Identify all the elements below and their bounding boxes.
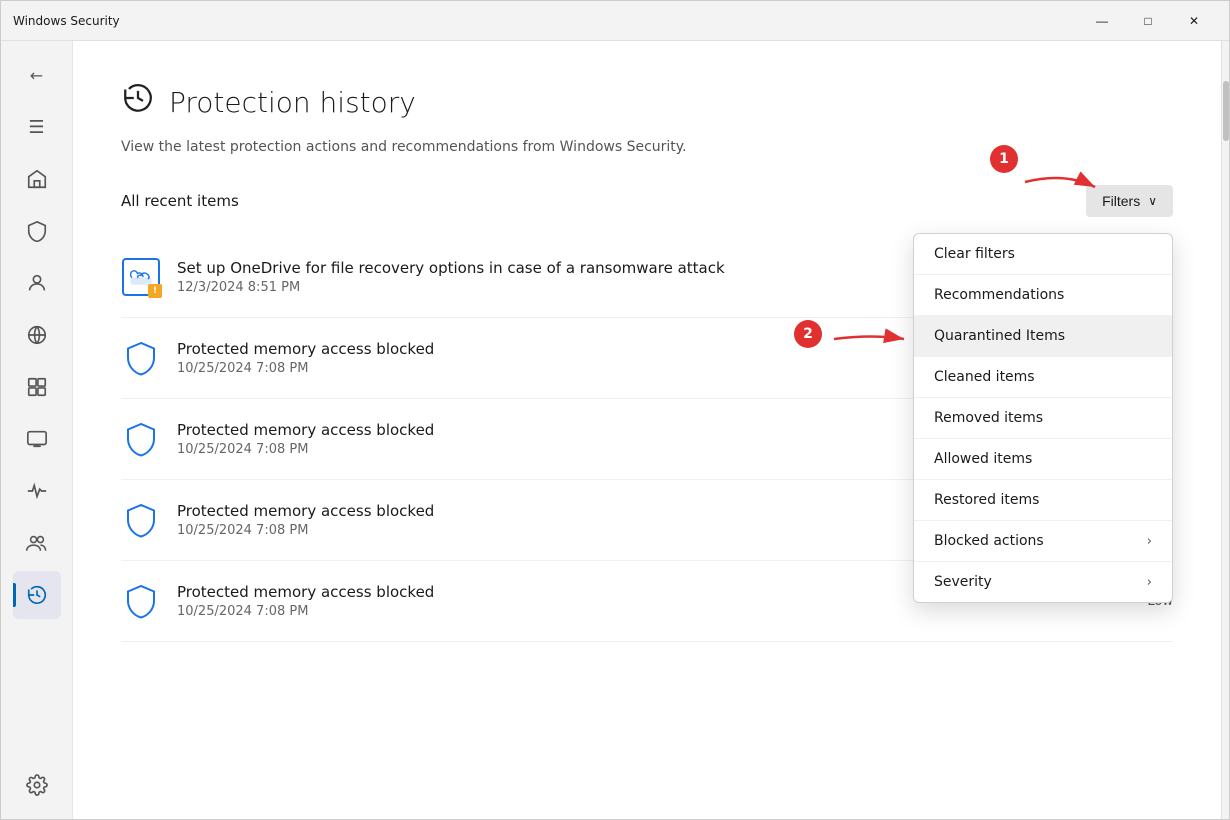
sidebar-item-health[interactable] (13, 467, 61, 515)
close-button[interactable]: ✕ (1171, 5, 1217, 37)
onedrive-icon: ! (121, 257, 161, 297)
maximize-button[interactable]: □ (1125, 5, 1171, 37)
filters-dropdown: Clear filters Recommendations Quarantine… (913, 233, 1173, 603)
sidebar-item-app-control[interactable] (13, 363, 61, 411)
filter-removed-items[interactable]: Removed items (914, 398, 1172, 439)
sidebar-item-history[interactable] (13, 571, 61, 619)
filter-restored-items[interactable]: Restored items (914, 480, 1172, 521)
filters-button[interactable]: Filters ∨ (1086, 185, 1173, 217)
filter-recommendations[interactable]: Recommendations (914, 275, 1172, 316)
main-content: Protection history View the latest prote… (73, 41, 1221, 819)
annotation-1: 1 (990, 145, 1018, 173)
sidebar-item-account[interactable] (13, 259, 61, 307)
window-controls: — □ ✕ (1079, 5, 1217, 37)
filters-label: Filters (1102, 193, 1140, 209)
sidebar-item-menu[interactable]: ☰ (13, 103, 61, 151)
sidebar-item-home[interactable] (13, 155, 61, 203)
sidebar-item-shield[interactable] (13, 207, 61, 255)
list-label: All recent items (121, 192, 239, 210)
sidebar-item-back[interactable]: ← (13, 51, 61, 99)
scrollbar-thumb[interactable] (1223, 81, 1229, 141)
scrollbar-track[interactable] (1221, 41, 1229, 819)
sidebar-item-device[interactable] (13, 415, 61, 463)
annotation-2: 2 (794, 320, 822, 348)
title-bar: Windows Security — □ ✕ (1, 1, 1229, 41)
page-header: Protection history (121, 81, 1173, 123)
app-body: ← ☰ (1, 41, 1229, 819)
chevron-right-icon: › (1147, 534, 1152, 549)
shield-icon (121, 500, 161, 540)
filter-severity[interactable]: Severity › (914, 562, 1172, 602)
sidebar: ← ☰ (1, 41, 73, 819)
filter-blocked-actions[interactable]: Blocked actions › (914, 521, 1172, 562)
page-title: Protection history (169, 86, 416, 119)
shield-icon (121, 338, 161, 378)
minimize-button[interactable]: — (1079, 5, 1125, 37)
window-title: Windows Security (13, 14, 1079, 28)
sidebar-item-network[interactable] (13, 311, 61, 359)
annotation-2-arrow (824, 324, 914, 354)
sidebar-item-settings[interactable] (13, 761, 61, 809)
filter-cleaned-items[interactable]: Cleaned items (914, 357, 1172, 398)
sidebar-item-family[interactable] (13, 519, 61, 567)
filter-allowed-items[interactable]: Allowed items (914, 439, 1172, 480)
shield-icon (121, 419, 161, 459)
chevron-right-icon-2: › (1147, 575, 1152, 590)
chevron-down-icon: ∨ (1148, 194, 1157, 208)
filter-clear-filters[interactable]: Clear filters (914, 234, 1172, 275)
list-item-date: 10/25/2024 7:08 PM (177, 604, 1131, 619)
history-page-icon (121, 81, 155, 123)
shield-icon (121, 581, 161, 621)
main-window: Windows Security — □ ✕ ← ☰ (0, 0, 1230, 820)
list-header: All recent items 1 Filters ∨ (121, 185, 1173, 217)
filter-quarantined-items[interactable]: Quarantined Items 2 (914, 316, 1172, 357)
